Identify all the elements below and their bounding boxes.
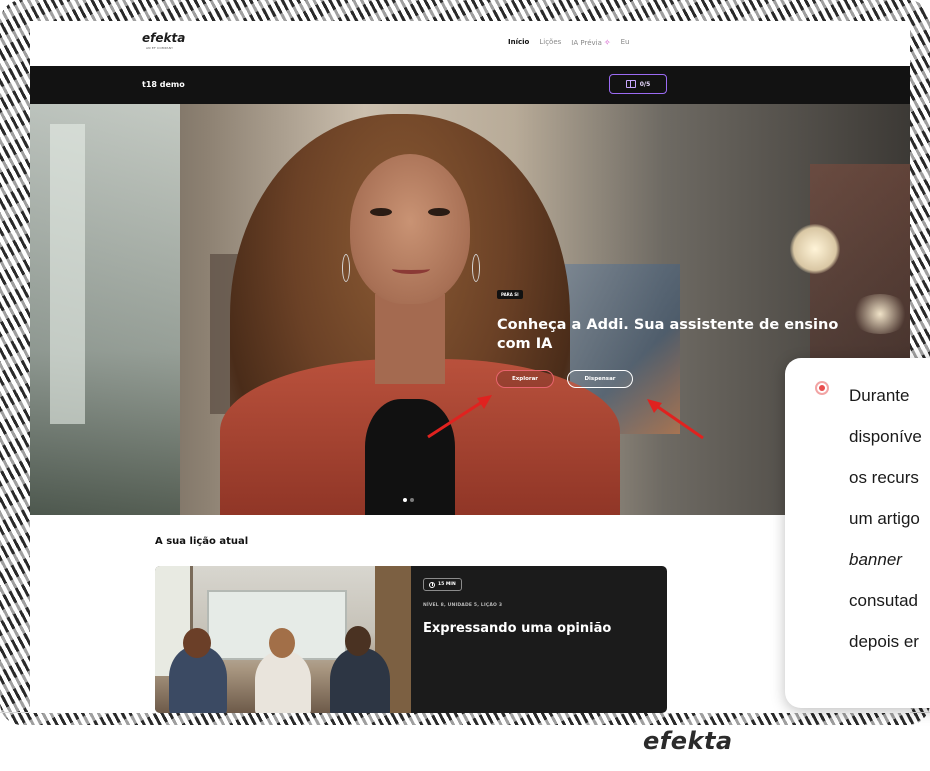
efekta-logo[interactable]: efekta bbox=[142, 31, 185, 45]
callout-text: Durante disponíve os recurs um artigo ba… bbox=[849, 375, 922, 662]
course-name: t18 demo bbox=[142, 80, 185, 89]
clock-icon bbox=[429, 581, 435, 588]
explore-button[interactable]: Explorar bbox=[496, 370, 554, 388]
sparkle-icon: ✧ bbox=[603, 38, 611, 47]
nav-link-ia-previa[interactable]: IA Prévia ✧ bbox=[571, 38, 610, 47]
footer-efekta-logo: efekta bbox=[643, 727, 733, 755]
nav-link-eu[interactable]: Eu bbox=[621, 38, 630, 47]
student-figure bbox=[330, 648, 390, 713]
nav-link-ia-previa-label: IA Prévia bbox=[571, 39, 602, 47]
dismiss-button[interactable]: Dispensar bbox=[567, 370, 633, 388]
addi-portrait-face bbox=[350, 154, 470, 304]
hero-title: Conheça a Addi. Sua assistente de ensino… bbox=[497, 317, 839, 352]
lesson-meta: NÍVEL 8, UNIDADE 5, LIÇÃO 3 bbox=[423, 603, 503, 608]
student-head bbox=[345, 626, 371, 656]
carousel-dot[interactable] bbox=[410, 498, 414, 502]
callout-line: Durante bbox=[849, 386, 910, 405]
addi-portrait-neck bbox=[375, 294, 445, 384]
nav-links: Início Lições IA Prévia ✧ Eu bbox=[508, 38, 629, 47]
hero-background-window-light bbox=[50, 124, 85, 424]
lesson-progress-button[interactable]: 0/5 bbox=[609, 74, 667, 94]
lesson-duration: 15 MIN bbox=[438, 582, 456, 587]
callout-line: disponíve bbox=[849, 427, 922, 446]
addi-portrait-eye bbox=[370, 208, 392, 216]
student-head bbox=[183, 628, 211, 658]
bullet-icon bbox=[815, 381, 829, 395]
student-head bbox=[269, 628, 295, 658]
progress-count: 0/5 bbox=[639, 80, 651, 88]
callout-line: os recurs bbox=[849, 468, 919, 487]
hero-tag: PARA SI bbox=[497, 290, 523, 299]
earring bbox=[472, 254, 480, 282]
hero-lamp bbox=[790, 224, 840, 274]
addi-portrait-eye bbox=[428, 208, 450, 216]
top-navigation: efekta AN EF COMPANY Início Lições IA Pr… bbox=[30, 21, 910, 66]
hero-banner: PARA SI Conheça a Addi. Sua assistente d… bbox=[30, 104, 910, 515]
nav-link-licoes[interactable]: Lições bbox=[539, 38, 561, 47]
book-icon bbox=[625, 80, 636, 88]
student-figure bbox=[255, 651, 311, 713]
explanation-callout: Durante disponíve os recurs um artigo ba… bbox=[785, 358, 930, 708]
logo-subtitle: AN EF COMPANY bbox=[146, 46, 174, 50]
callout-line: consutad bbox=[849, 591, 918, 610]
course-bar: t18 demo 0/5 bbox=[30, 66, 910, 104]
current-lesson-card[interactable]: 15 MIN NÍVEL 8, UNIDADE 5, LIÇÃO 3 Expre… bbox=[155, 566, 667, 713]
current-lesson-heading: A sua lição atual bbox=[155, 536, 249, 547]
lesson-duration-badge: 15 MIN bbox=[423, 578, 462, 591]
addi-portrait-smile bbox=[392, 264, 430, 274]
carousel-dots bbox=[403, 498, 414, 502]
callout-line: depois er bbox=[849, 632, 919, 651]
lesson-photo bbox=[155, 566, 411, 713]
callout-line: um artigo bbox=[849, 509, 920, 528]
callout-line: banner bbox=[849, 550, 902, 569]
carousel-dot-active[interactable] bbox=[403, 498, 407, 502]
presentation-slide: efekta AN EF COMPANY Início Lições IA Pr… bbox=[0, 0, 930, 771]
earring bbox=[342, 254, 350, 282]
lesson-title: Expressando uma opinião bbox=[423, 621, 612, 636]
nav-link-inicio[interactable]: Início bbox=[508, 38, 529, 47]
app-screenshot: efekta AN EF COMPANY Início Lições IA Pr… bbox=[30, 21, 910, 713]
